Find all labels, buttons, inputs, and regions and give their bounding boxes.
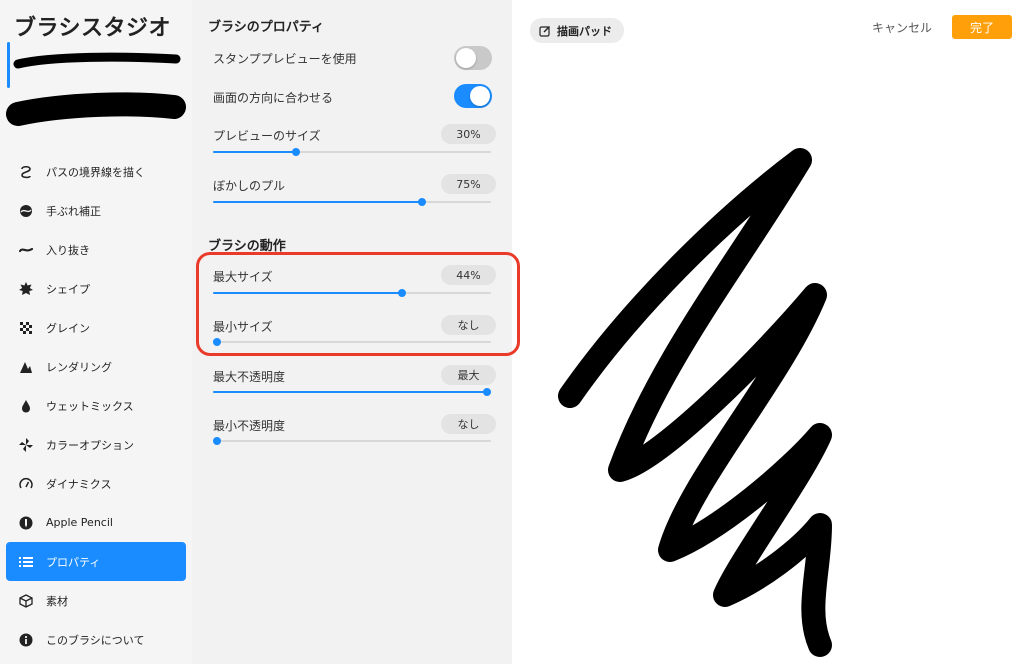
- properties-icon: [18, 554, 34, 570]
- edit-icon: [539, 25, 551, 37]
- min-size-slider[interactable]: [213, 337, 491, 347]
- sidebar-item-properties[interactable]: プロパティ: [6, 542, 186, 581]
- max-size-slider[interactable]: [213, 288, 491, 298]
- sidebar-item-label: カラーオプション: [46, 438, 134, 452]
- slider-track: [213, 341, 491, 343]
- min-opacity-label: 最小不透明度: [213, 419, 286, 433]
- min-opacity-value[interactable]: なし: [441, 414, 496, 434]
- preview-blur-slider[interactable]: [213, 197, 491, 207]
- sidebar-item-taper[interactable]: 入り抜き: [6, 230, 186, 269]
- sidebar-item-stabilization[interactable]: 手ぶれ補正: [6, 191, 186, 230]
- sidebar-item-color-options[interactable]: カラーオプション: [6, 425, 186, 464]
- max-size-label: 最大サイズ: [213, 270, 273, 284]
- slider-fill: [213, 292, 403, 294]
- drawing-pad-label: 描画パッド: [557, 24, 612, 38]
- max-size-value[interactable]: 44%: [441, 265, 496, 285]
- app-title: ブラシスタジオ: [14, 16, 172, 41]
- cancel-button[interactable]: キャンセル: [872, 19, 932, 36]
- preview-blur-label: ぼかしのプル: [213, 179, 286, 193]
- sidebar-item-materials[interactable]: 素材: [6, 581, 186, 620]
- sidebar-item-about-brush[interactable]: このブラシについて: [6, 620, 186, 659]
- drawing-canvas[interactable]: [520, 60, 1024, 664]
- info-icon: [18, 632, 34, 648]
- sidebar-item-label: 手ぶれ補正: [46, 204, 101, 218]
- orient-to-screen-toggle[interactable]: [454, 84, 492, 108]
- toggle-knob: [470, 86, 490, 106]
- sidebar-item-label: プロパティ: [46, 555, 101, 569]
- sidebar-item-label: シェイプ: [46, 282, 90, 296]
- sidebar-item-dynamics[interactable]: ダイナミクス: [6, 464, 186, 503]
- stroke-preview-thick[interactable]: [4, 90, 188, 134]
- sidebar-item-rendering[interactable]: レンダリング: [6, 347, 186, 386]
- stroke-preview-thin[interactable]: [12, 46, 182, 76]
- stamp-preview-toggle[interactable]: [454, 46, 492, 70]
- preview-size-value[interactable]: 30%: [441, 124, 496, 144]
- sidebar-item-wet-mix[interactable]: ウェットミックス: [6, 386, 186, 425]
- slider-track: [213, 440, 491, 442]
- preview-size-label: プレビューのサイズ: [213, 129, 321, 143]
- sidebar-item-label: Apple Pencil: [46, 516, 113, 529]
- slider-thumb[interactable]: [398, 289, 407, 297]
- min-size-label: 最小サイズ: [213, 320, 273, 334]
- toggle-knob: [456, 48, 476, 68]
- preview-size-slider[interactable]: [213, 147, 491, 157]
- drawing-pad-button[interactable]: 描画パッド: [530, 18, 624, 43]
- sidebar-item-label: グレイン: [46, 321, 90, 335]
- wet-mix-icon: [18, 398, 34, 414]
- section-title-brush-behavior: ブラシの動作: [208, 239, 286, 254]
- stabilization-icon: [18, 203, 34, 219]
- grain-icon: [18, 320, 34, 336]
- selected-stroke-indicator: [7, 42, 10, 88]
- sidebar-item-label: レンダリング: [46, 360, 112, 374]
- section-title-brush-properties: ブラシのプロパティ: [208, 20, 324, 35]
- apple-pencil-icon: [18, 515, 34, 531]
- slider-thumb[interactable]: [292, 148, 301, 156]
- sidebar-nav: パスの境界線を描く 手ぶれ補正 入り抜き シェイプ グレイン レンダリング ウェ…: [6, 152, 186, 659]
- dynamics-icon: [18, 476, 34, 492]
- sidebar-item-shape[interactable]: シェイプ: [6, 269, 186, 308]
- materials-icon: [18, 593, 34, 609]
- slider-fill: [213, 201, 422, 203]
- sidebar-item-label: ダイナミクス: [46, 477, 112, 491]
- sidebar-item-grain[interactable]: グレイン: [6, 308, 186, 347]
- taper-icon: [18, 242, 34, 258]
- stroke-path-icon: [18, 164, 34, 180]
- brush-stroke: [558, 148, 832, 657]
- sidebar-item-label: パスの境界線を描く: [46, 165, 145, 179]
- sidebar-item-label: 素材: [46, 594, 68, 608]
- shape-icon: [18, 281, 34, 297]
- preview-blur-value[interactable]: 75%: [441, 174, 496, 194]
- sidebar-item-label: 入り抜き: [46, 243, 90, 257]
- slider-fill: [213, 391, 491, 393]
- rendering-icon: [18, 359, 34, 375]
- slider-thumb[interactable]: [483, 388, 491, 396]
- properties-panel: ブラシのプロパティ スタンププレビューを使用 画面の方向に合わせる プレビューの…: [192, 0, 512, 664]
- done-button[interactable]: 完了: [952, 15, 1012, 39]
- max-opacity-label: 最大不透明度: [213, 370, 286, 384]
- min-size-value[interactable]: なし: [441, 315, 496, 335]
- orient-to-screen-label: 画面の方向に合わせる: [213, 91, 334, 105]
- sidebar-item-apple-pencil[interactable]: Apple Pencil: [6, 503, 186, 542]
- sidebar-item-stroke-path[interactable]: パスの境界線を描く: [6, 152, 186, 191]
- min-opacity-slider[interactable]: [213, 436, 491, 446]
- slider-thumb[interactable]: [417, 198, 426, 206]
- max-opacity-slider[interactable]: [213, 387, 491, 397]
- slider-thumb[interactable]: [213, 338, 221, 346]
- brush-studio-sidebar: ブラシスタジオ パスの境界線を描く 手ぶれ補正 入り抜き シェイプ グレイン レ…: [0, 0, 192, 664]
- max-opacity-value[interactable]: 最大: [441, 365, 496, 385]
- slider-thumb[interactable]: [213, 437, 221, 445]
- color-options-icon: [18, 437, 34, 453]
- sidebar-item-label: このブラシについて: [46, 633, 145, 647]
- slider-fill: [213, 151, 297, 153]
- stamp-preview-label: スタンププレビューを使用: [213, 52, 357, 66]
- sidebar-item-label: ウェットミックス: [46, 399, 134, 413]
